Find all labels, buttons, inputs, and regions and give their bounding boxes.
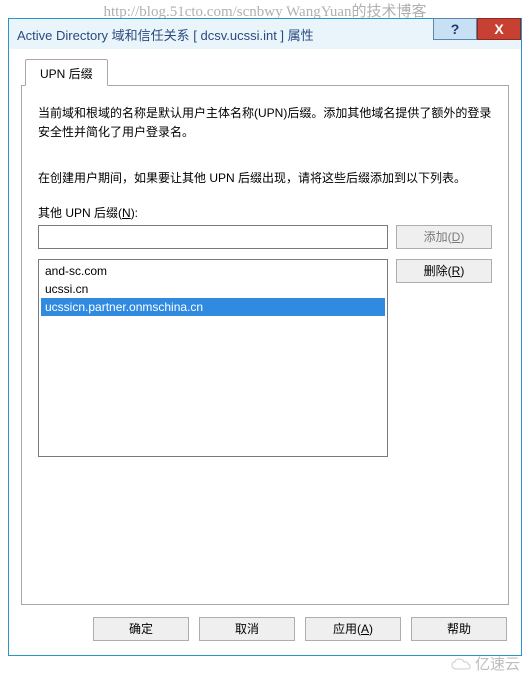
apply-pre: 应用( xyxy=(333,622,361,636)
list-item[interactable]: and-sc.com xyxy=(41,262,385,280)
ok-button[interactable]: 确定 xyxy=(93,617,189,641)
logo-text: 亿速云 xyxy=(475,653,520,674)
tab-panel: 当前域和根域的名称是默认用户主体名称(UPN)后缀。添加其他域名提供了额外的登录… xyxy=(21,85,509,605)
dialog-window: Active Directory 域和信任关系 [ dcsv.ucssi.int… xyxy=(8,18,522,656)
titlebar-close-button[interactable]: X xyxy=(477,18,521,40)
description-1: 当前域和根域的名称是默认用户主体名称(UPN)后缀。添加其他域名提供了额外的登录… xyxy=(38,104,492,141)
remove-pre: 删除( xyxy=(424,264,452,278)
dialog-buttons: 确定 取消 应用(A) 帮助 xyxy=(21,617,509,641)
upn-suffix-listbox[interactable]: and-sc.comucssi.cnucssicn.partner.onmsch… xyxy=(38,259,388,457)
upn-suffix-input[interactable] xyxy=(38,225,388,249)
list-item[interactable]: ucssicn.partner.onmschina.cn xyxy=(41,298,385,316)
dialog-client: UPN 后缀 当前域和根域的名称是默认用户主体名称(UPN)后缀。添加其他域名提… xyxy=(9,49,521,655)
remove-button[interactable]: 删除(R) xyxy=(396,259,492,283)
apply-post: ) xyxy=(369,622,373,636)
list-item[interactable]: ucssi.cn xyxy=(41,280,385,298)
titlebar: Active Directory 域和信任关系 [ dcsv.ucssi.int… xyxy=(9,19,521,49)
add-post: ) xyxy=(460,230,464,244)
logo-watermark: 亿速云 xyxy=(451,653,520,674)
tab-upn-suffix[interactable]: UPN 后缀 xyxy=(25,59,108,86)
label-accel: N xyxy=(122,206,131,220)
cancel-button[interactable]: 取消 xyxy=(199,617,295,641)
label-pre: 其他 UPN 后缀( xyxy=(38,206,122,220)
apply-accel: A xyxy=(361,622,369,636)
add-button[interactable]: 添加(D) xyxy=(396,225,492,249)
tab-strip: UPN 后缀 xyxy=(21,59,509,86)
apply-button[interactable]: 应用(A) xyxy=(305,617,401,641)
input-row: 添加(D) xyxy=(38,225,492,249)
add-pre: 添加( xyxy=(424,230,452,244)
list-row: and-sc.comucssi.cnucssicn.partner.onmsch… xyxy=(38,259,492,457)
cloud-icon xyxy=(451,657,471,671)
titlebar-buttons: ? X xyxy=(433,18,521,40)
titlebar-help-button[interactable]: ? xyxy=(433,18,477,40)
description-2: 在创建用户期间，如果要让其他 UPN 后缀出现，请将这些后缀添加到以下列表。 xyxy=(38,169,492,188)
remove-post: ) xyxy=(460,264,464,278)
label-post: ): xyxy=(131,206,138,220)
help-button[interactable]: 帮助 xyxy=(411,617,507,641)
titlebar-text: Active Directory 域和信任关系 [ dcsv.ucssi.int… xyxy=(17,25,314,44)
upn-suffix-label: 其他 UPN 后缀(N): xyxy=(38,204,492,221)
